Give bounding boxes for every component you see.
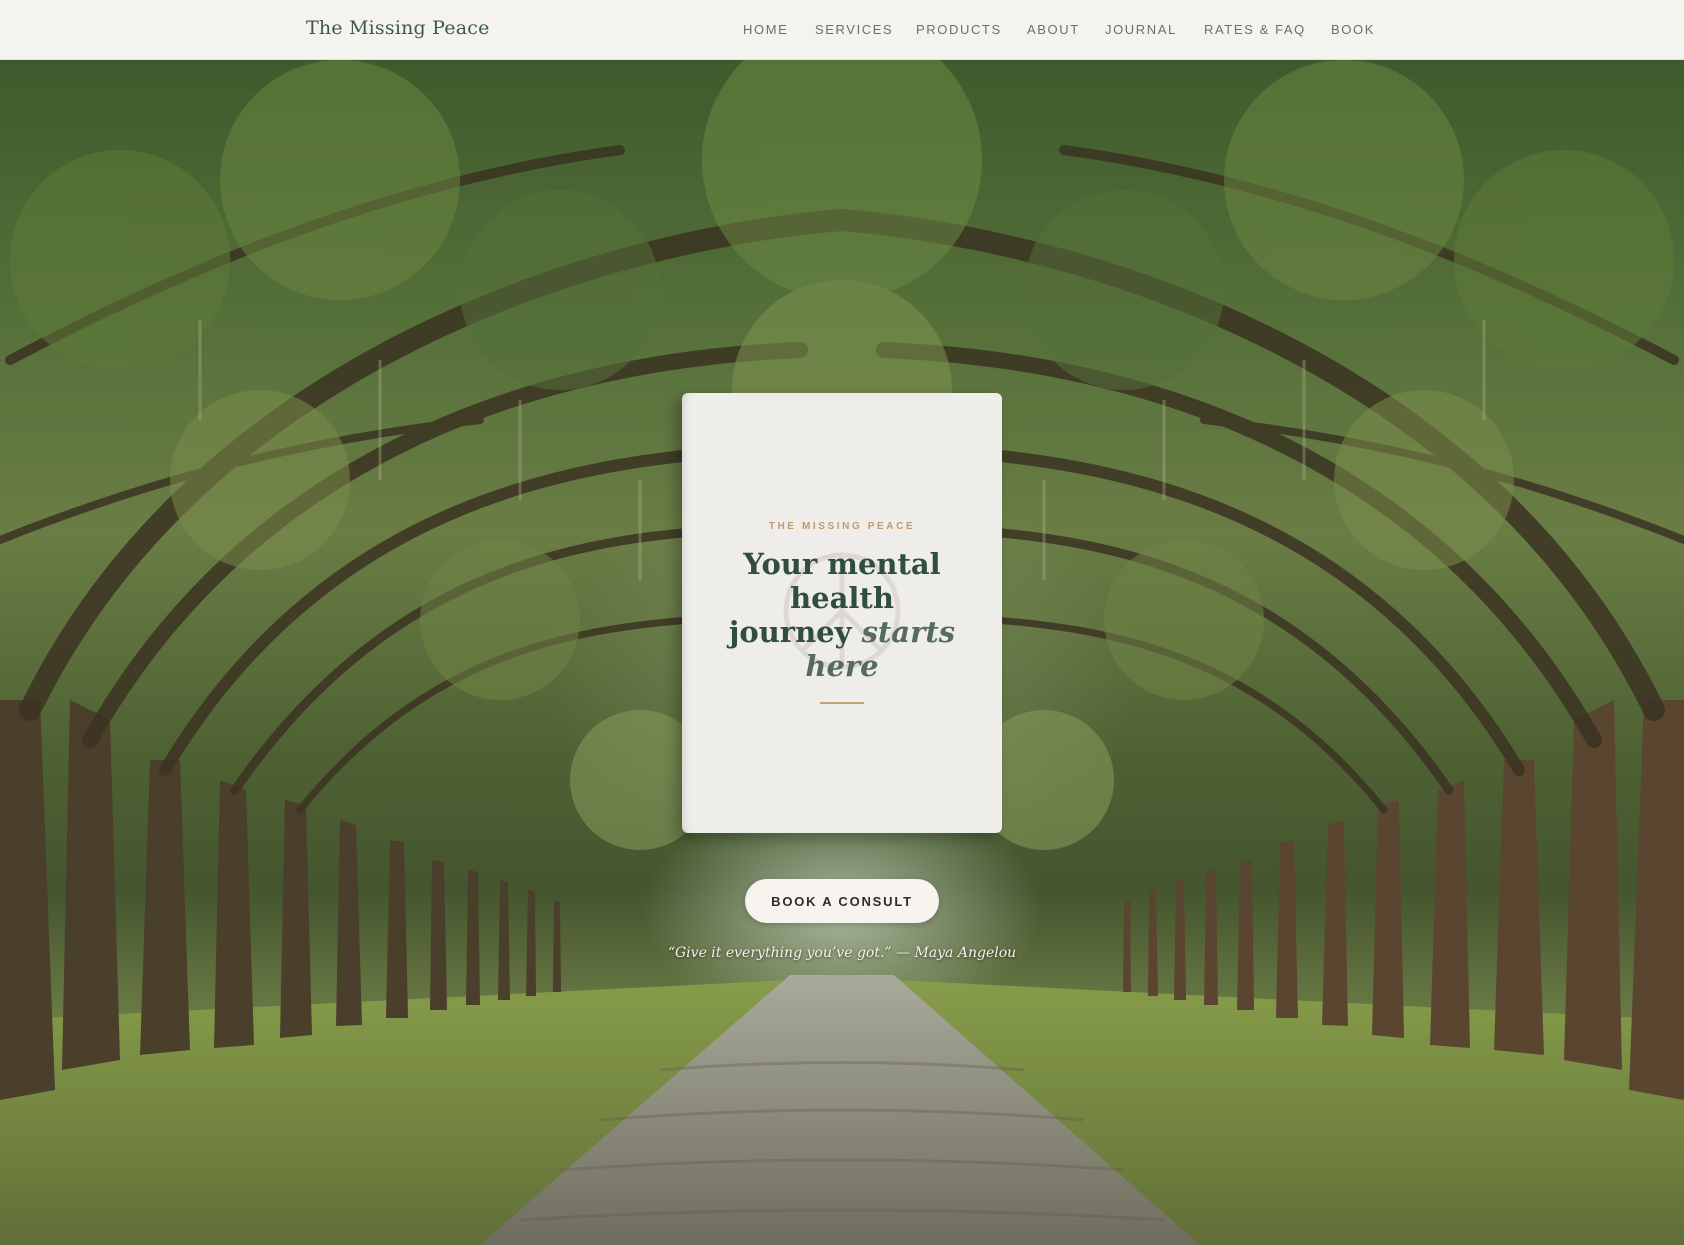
hero-headline: Your mental health journey starts here: [682, 547, 1002, 683]
headline-journey: journey: [728, 615, 862, 649]
headline-line-3: journey starts: [682, 615, 1002, 649]
nav-about[interactable]: ABOUT: [1027, 22, 1080, 38]
nav-services[interactable]: SERVICES: [815, 22, 893, 38]
book-consult-button[interactable]: BOOK A CONSULT: [745, 879, 939, 923]
nav-rates-faq[interactable]: RATES & FAQ: [1204, 22, 1306, 38]
site-header: The Missing Peace HOME SERVICES PRODUCTS…: [0, 0, 1684, 60]
nav-products[interactable]: PRODUCTS: [916, 22, 1002, 38]
headline-starts: starts: [861, 615, 956, 649]
card-divider: [820, 702, 864, 704]
nav-journal[interactable]: JOURNAL: [1105, 22, 1177, 38]
hero-card: THE MISSING PEACE Your mental health jou…: [682, 393, 1002, 833]
main-nav: HOME SERVICES PRODUCTS ABOUT JOURNAL RAT…: [0, 22, 1684, 38]
nav-book[interactable]: BOOK: [1331, 22, 1375, 38]
headline-here: here: [805, 649, 879, 683]
headline-line-2: health: [790, 581, 894, 615]
hero-quote: “Give it everything you’ve got.” — Maya …: [667, 945, 1017, 961]
nav-home[interactable]: HOME: [743, 22, 788, 38]
headline-line-1: Your mental: [743, 547, 941, 581]
card-eyebrow: THE MISSING PEACE: [768, 521, 916, 532]
headline-line-4: here: [682, 649, 1002, 683]
